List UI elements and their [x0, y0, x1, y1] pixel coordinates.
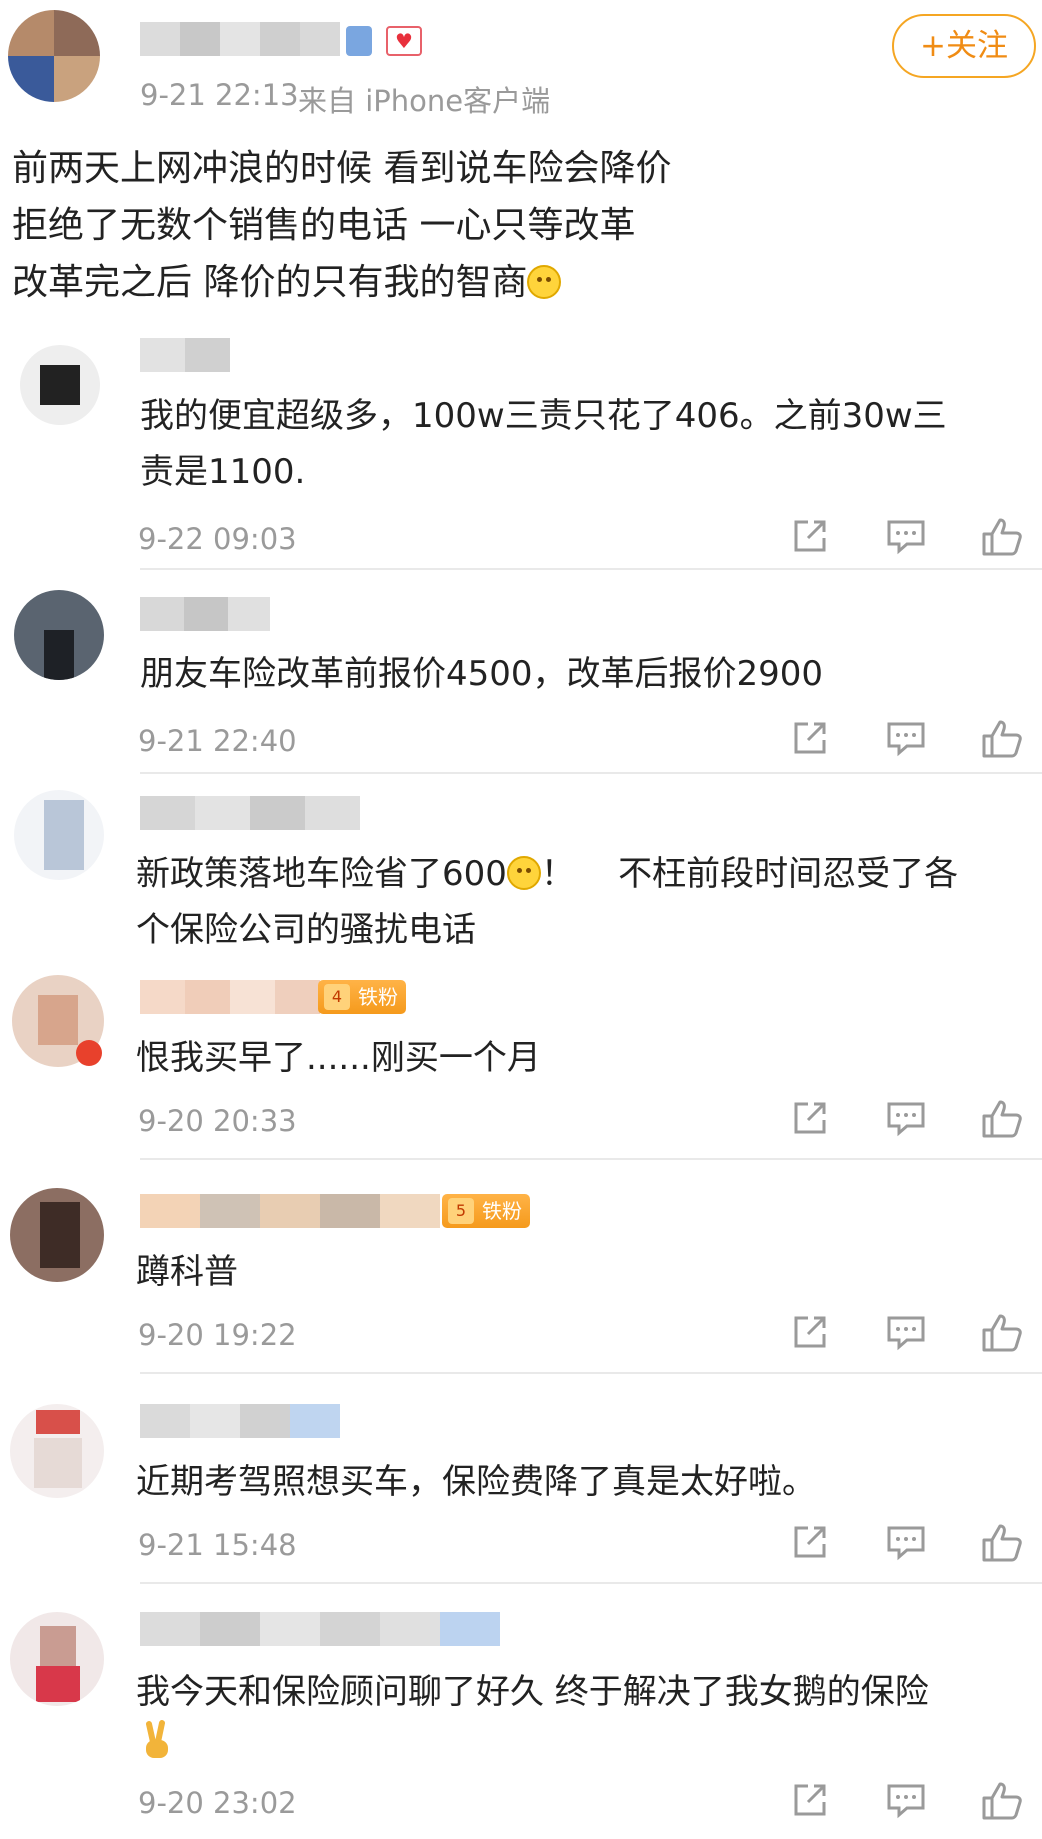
- share-icon[interactable]: [790, 1780, 830, 1820]
- post-source: 来自 iPhone客户端: [298, 84, 551, 118]
- commenter-name-mosaic[interactable]: [140, 1404, 340, 1438]
- comment-icon[interactable]: [885, 1098, 927, 1138]
- commenter-avatar[interactable]: [10, 1612, 104, 1706]
- comment-actions: [790, 1312, 1030, 1358]
- share-icon[interactable]: [790, 516, 830, 556]
- divider: [140, 1372, 1042, 1374]
- victory-hand-icon: [140, 1720, 174, 1766]
- commenter-avatar[interactable]: [14, 590, 104, 680]
- divider: [140, 1158, 1042, 1160]
- comment-time: 9-20 23:02: [138, 1786, 297, 1820]
- like-icon[interactable]: [980, 1522, 1024, 1564]
- comment-icon[interactable]: [885, 1780, 927, 1820]
- like-icon[interactable]: [980, 1312, 1024, 1354]
- laughing-face-icon: [506, 856, 541, 890]
- fan-badge: 5 铁粉: [442, 1194, 530, 1228]
- comment-line: 我今天和保险顾问聊了好久 终于解决了我女鹅的保险: [136, 1672, 929, 1712]
- comment-time: 9-21 22:40: [138, 724, 297, 758]
- divider: [140, 772, 1042, 774]
- comment-line: 近期考驾照想买车，保险费降了真是太好啦。: [136, 1462, 816, 1502]
- post-line-3: 改革完之后 降价的只有我的智商: [12, 262, 528, 303]
- verified-icon: [346, 26, 372, 56]
- comment-time: 9-20 19:22: [138, 1318, 297, 1352]
- post-line-3-wrap: 改革完之后 降价的只有我的智商: [12, 254, 562, 311]
- fan-badge-label: 铁粉: [482, 1199, 522, 1223]
- comment-line-rest: ！ 不枉前段时间忍受了各: [540, 854, 959, 894]
- comment-line-with-emoji: 新政策落地车险省了600 ！ 不枉前段时间忍受了各: [136, 846, 958, 902]
- fan-level-icon: 4: [324, 984, 350, 1010]
- poster-name-mosaic[interactable]: [140, 22, 340, 56]
- comment-actions: [790, 1780, 1030, 1826]
- commenter-avatar[interactable]: [10, 1188, 104, 1282]
- share-icon[interactable]: [790, 718, 830, 758]
- comment-time: 9-21 15:48: [138, 1528, 297, 1562]
- post-line-2: 拒绝了无数个销售的电话 一心只等改革: [12, 205, 636, 246]
- commenter-avatar[interactable]: [10, 1404, 104, 1498]
- like-icon[interactable]: [980, 1780, 1024, 1822]
- comment-icon[interactable]: [885, 516, 927, 556]
- like-icon[interactable]: [980, 1098, 1024, 1140]
- share-icon[interactable]: [790, 1312, 830, 1352]
- comment-line: 恨我买早了......刚买一个月: [136, 1038, 541, 1078]
- comment-line: 责是1100.: [140, 452, 306, 492]
- commenter-avatar[interactable]: [20, 345, 100, 425]
- commenter-name-mosaic[interactable]: [140, 1612, 500, 1646]
- comment-line: 个保险公司的骚扰电话: [136, 910, 476, 950]
- heart-badge-icon: ♥: [386, 26, 422, 56]
- share-icon[interactable]: [790, 1522, 830, 1562]
- comment-icon[interactable]: [885, 1522, 927, 1562]
- commenter-name-mosaic[interactable]: [140, 796, 360, 830]
- thinking-face-icon: [527, 265, 562, 299]
- comment-time: 9-20 20:33: [138, 1104, 297, 1138]
- comment-actions: [790, 1522, 1030, 1568]
- comment-time: 9-22 09:03: [138, 522, 297, 556]
- share-icon[interactable]: [790, 1098, 830, 1138]
- comment-line: 朋友车险改革前报价4500，改革后报价2900: [140, 654, 824, 694]
- like-icon[interactable]: [980, 516, 1024, 558]
- commenter-name-mosaic[interactable]: [140, 1194, 440, 1228]
- fan-badge: 4 铁粉: [318, 980, 406, 1014]
- superfan-mark-icon: [76, 1040, 102, 1066]
- comment-icon[interactable]: [885, 1312, 927, 1352]
- comment-line: 新政策落地车险省了600: [136, 854, 507, 894]
- post-line-1: 前两天上网冲浪的时候 看到说车险会降价: [12, 148, 672, 189]
- commenter-avatar[interactable]: [14, 790, 104, 880]
- follow-button[interactable]: +关注: [892, 14, 1036, 78]
- divider: [140, 568, 1042, 570]
- fan-level-icon: 5: [448, 1198, 474, 1224]
- comment-icon[interactable]: [885, 718, 927, 758]
- comment-actions: [790, 516, 1030, 562]
- divider: [140, 1582, 1042, 1584]
- comment-line: 蹲科普: [136, 1252, 238, 1292]
- post-time: 9-21 22:13: [140, 78, 299, 112]
- like-icon[interactable]: [980, 718, 1024, 760]
- commenter-name-mosaic[interactable]: [140, 980, 320, 1014]
- comment-actions: [790, 718, 1030, 764]
- commenter-name-mosaic[interactable]: [140, 338, 230, 372]
- fan-badge-label: 铁粉: [358, 985, 398, 1009]
- commenter-name-mosaic[interactable]: [140, 597, 270, 631]
- comment-actions: [790, 1098, 1030, 1144]
- poster-avatar[interactable]: [8, 10, 100, 102]
- comment-line: 我的便宜超级多，100w三责只花了406。之前30w三: [140, 396, 947, 436]
